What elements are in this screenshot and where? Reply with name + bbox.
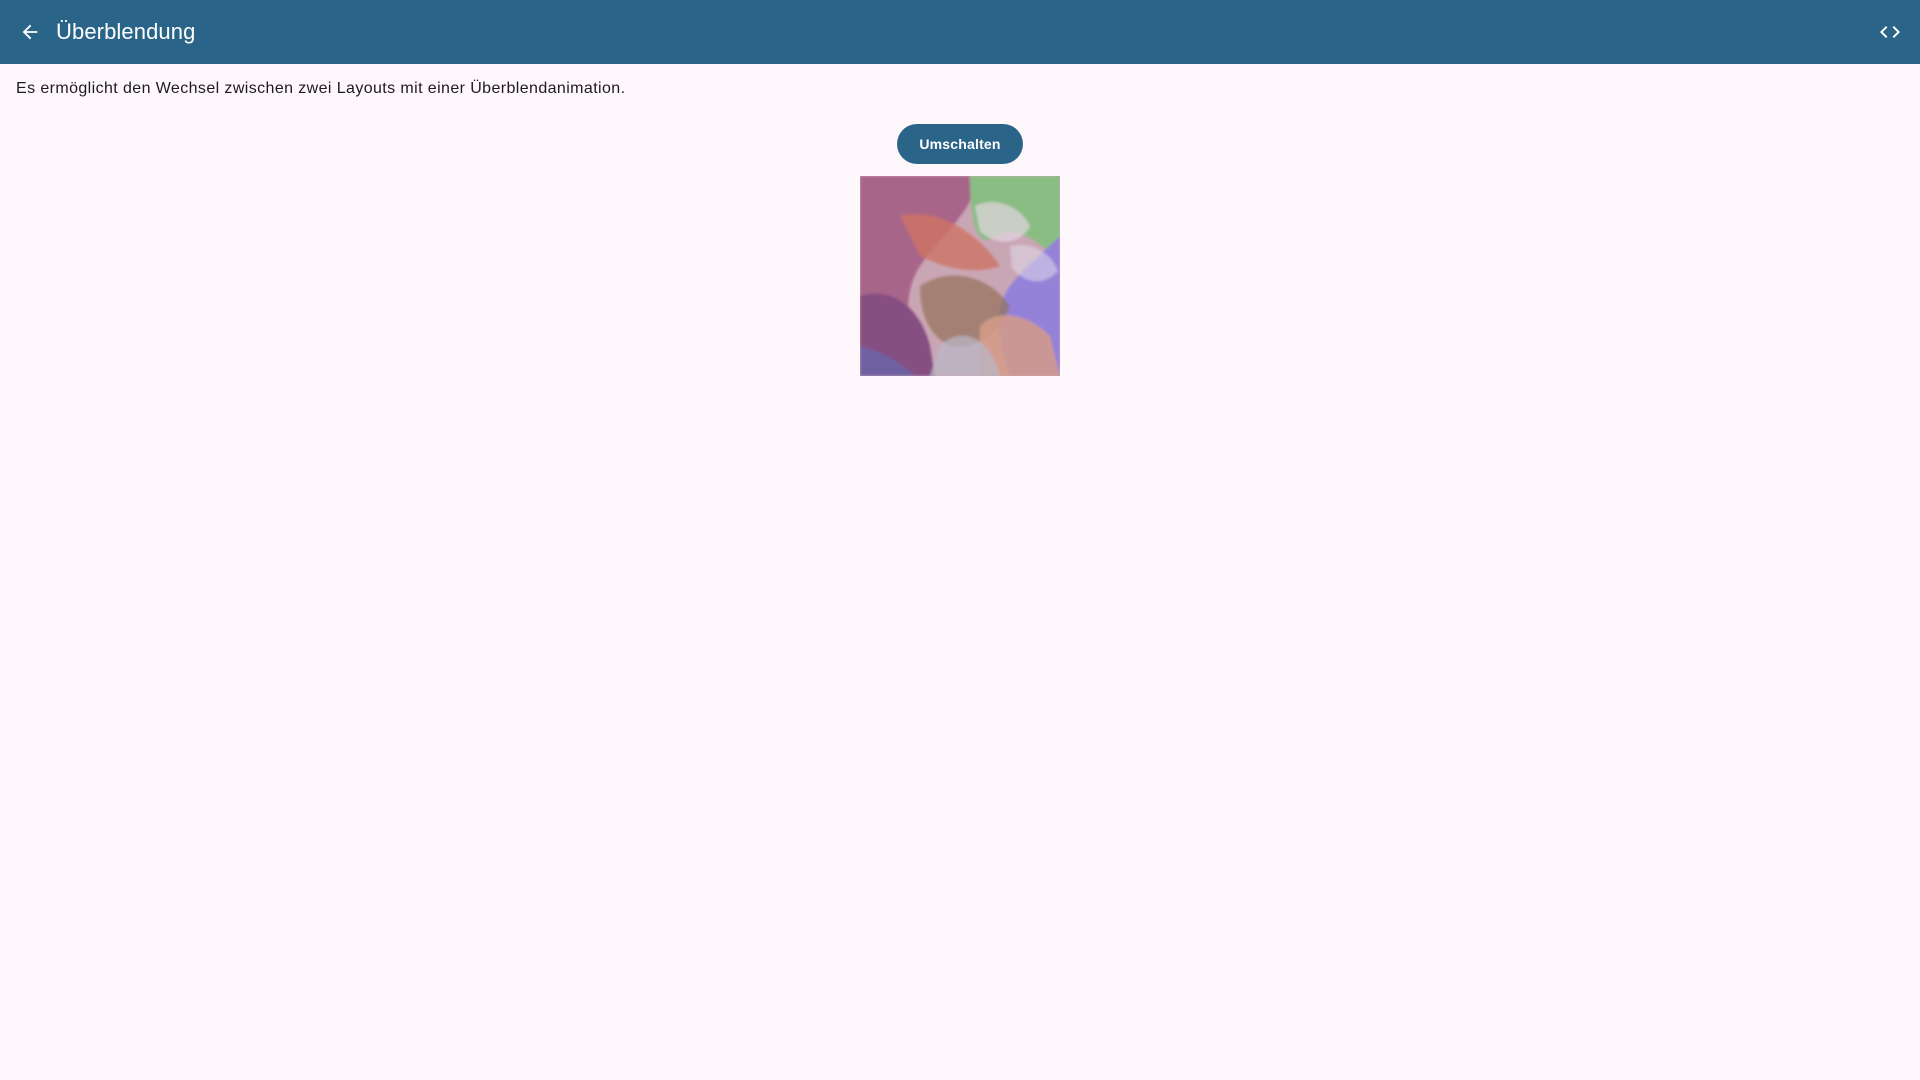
crossfade-image <box>860 176 1060 376</box>
view-source-button[interactable] <box>1870 12 1910 52</box>
top-app-bar: Überblendung <box>0 0 1920 64</box>
code-icon <box>1880 26 1900 38</box>
arrow-back-icon <box>22 24 38 40</box>
description-text: Es ermöglicht den Wechsel zwischen zwei … <box>16 80 626 97</box>
page-title: Überblendung <box>56 19 196 44</box>
abstract-overlapping-shapes-image <box>860 176 1060 376</box>
toggle-button[interactable]: Umschalten <box>897 124 1023 164</box>
back-button[interactable] <box>10 12 50 52</box>
